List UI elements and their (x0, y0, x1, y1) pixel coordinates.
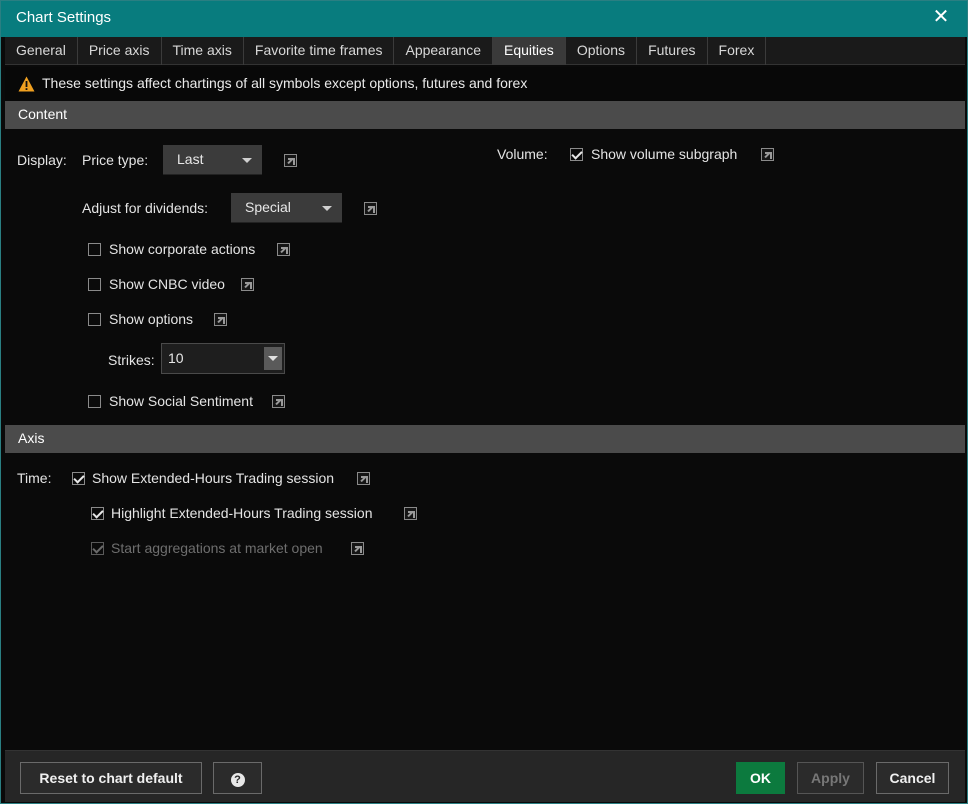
axis-header-label: Axis (18, 430, 45, 446)
tab-time-axis[interactable]: Time axis (162, 37, 244, 65)
adjust-dividends-link-icon[interactable] (364, 202, 377, 215)
adjust-dividends-dropdown[interactable]: Special (231, 193, 342, 223)
chevron-down-icon (322, 206, 332, 211)
show-extended-hours-label: Show Extended-Hours Trading session (92, 470, 335, 486)
title-bar: Chart Settings ✕ (1, 1, 967, 37)
start-aggregations-label: Start aggregations at market open (111, 540, 323, 556)
warning-banner: These settings affect chartings of all s… (5, 67, 965, 101)
dialog-title: Chart Settings (16, 9, 112, 26)
ok-button[interactable]: OK (736, 762, 785, 794)
tab-appearance[interactable]: Appearance (394, 37, 493, 65)
chevron-down-icon (242, 158, 252, 163)
price-type-value: Last (177, 151, 204, 167)
reset-to-default-button[interactable]: Reset to chart default (20, 762, 202, 794)
warning-text: These settings affect chartings of all s… (42, 75, 528, 91)
content-section-header: Content (5, 101, 965, 129)
time-label: Time: (17, 470, 52, 486)
show-corporate-actions-label: Show corporate actions (109, 241, 256, 257)
cancel-button[interactable]: Cancel (876, 762, 949, 794)
show-social-sentiment-label: Show Social Sentiment (109, 393, 253, 409)
content-header-label: Content (18, 106, 68, 122)
show-social-sentiment-checkbox[interactable] (88, 395, 101, 408)
adjust-dividends-label: Adjust for dividends: (82, 200, 209, 216)
tab-bar: General Price axis Time axis Favorite ti… (5, 37, 965, 65)
strikes-value: 10 (168, 350, 184, 366)
chevron-down-icon (268, 356, 278, 361)
tab-options[interactable]: Options (566, 37, 638, 65)
show-options-label: Show options (109, 311, 194, 327)
strikes-label: Strikes: (108, 352, 155, 368)
show-social-sentiment-link-icon[interactable] (272, 395, 285, 408)
warning-triangle-icon (18, 76, 35, 92)
dialog-footer: Reset to chart default ? OK Apply Cancel (5, 750, 965, 802)
show-volume-link-icon[interactable] (761, 148, 774, 161)
tab-forex[interactable]: Forex (708, 37, 767, 65)
tab-futures[interactable]: Futures (637, 37, 708, 65)
show-volume-checkbox[interactable] (570, 148, 583, 161)
display-label: Display: (17, 152, 67, 168)
tab-general[interactable]: General (5, 37, 78, 65)
apply-button[interactable]: Apply (797, 762, 864, 794)
adjust-dividends-value: Special (245, 199, 291, 215)
axis-section-header: Axis (5, 425, 965, 453)
show-extended-hours-checkbox[interactable] (72, 472, 85, 485)
show-extended-hours-link-icon[interactable] (357, 472, 370, 485)
price-type-dropdown[interactable]: Last (163, 145, 262, 175)
volume-label: Volume: (497, 146, 548, 162)
show-cnbc-video-link-icon[interactable] (241, 278, 254, 291)
price-type-label: Price type: (82, 152, 149, 168)
show-corporate-actions-link-icon[interactable] (277, 243, 290, 256)
show-cnbc-video-label: Show CNBC video (109, 276, 225, 292)
help-icon: ? (230, 773, 245, 787)
tab-favorite-time-frames[interactable]: Favorite time frames (244, 37, 395, 65)
tab-price-axis[interactable]: Price axis (78, 37, 162, 65)
highlight-extended-hours-label: Highlight Extended-Hours Trading session (111, 505, 373, 521)
chart-settings-dialog: Chart Settings ✕ General Price axis Time… (0, 0, 968, 804)
show-options-checkbox[interactable] (88, 313, 101, 326)
show-cnbc-video-checkbox[interactable] (88, 278, 101, 291)
tab-equities[interactable]: Equities (493, 37, 566, 65)
highlight-extended-hours-link-icon[interactable] (404, 507, 417, 520)
start-aggregations-link-icon[interactable] (351, 542, 364, 555)
price-type-link-icon[interactable] (284, 154, 297, 167)
show-volume-label: Show volume subgraph (591, 146, 738, 162)
strikes-dropdown-button[interactable] (264, 347, 282, 370)
show-corporate-actions-checkbox[interactable] (88, 243, 101, 256)
show-options-link-icon[interactable] (214, 313, 227, 326)
help-button[interactable]: ? (213, 762, 262, 794)
strikes-combo[interactable]: 10 (161, 343, 285, 374)
close-icon[interactable]: ✕ (931, 7, 951, 27)
start-aggregations-checkbox (91, 542, 104, 555)
highlight-extended-hours-checkbox[interactable] (91, 507, 104, 520)
